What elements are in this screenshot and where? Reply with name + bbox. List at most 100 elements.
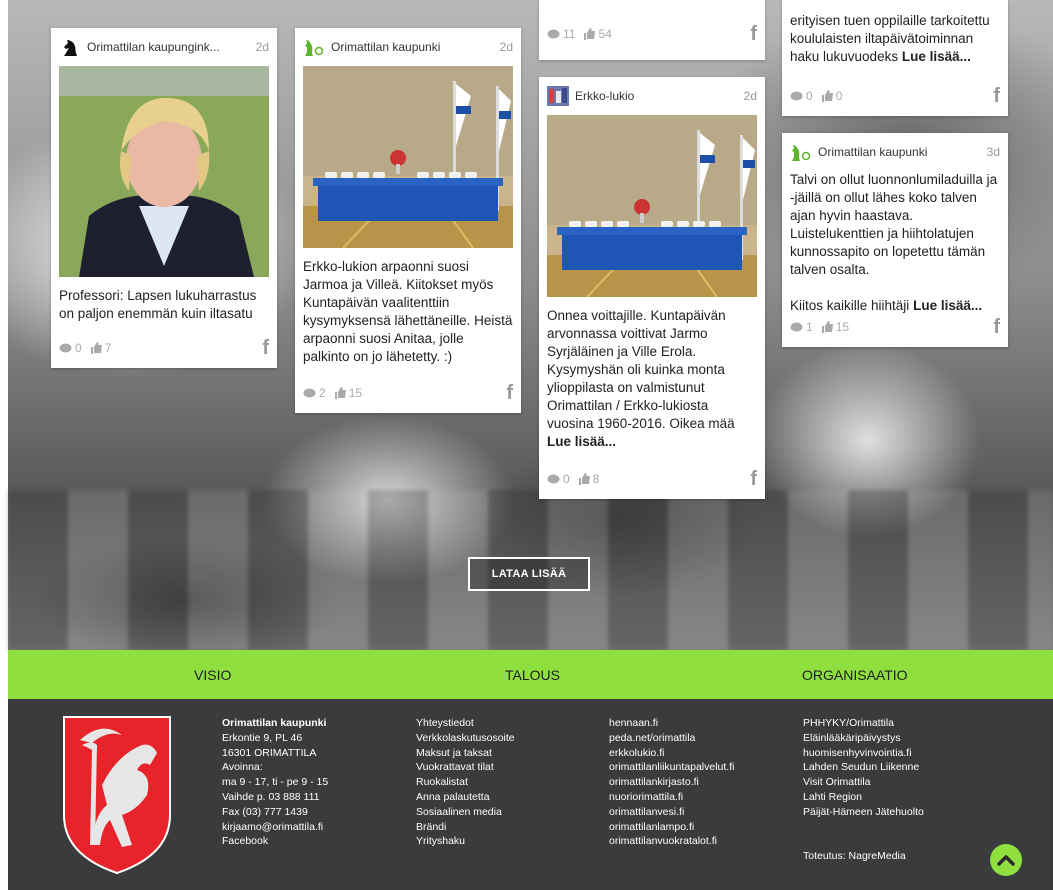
contact-email-link[interactable]: kirjaamo@orimattila.fi xyxy=(222,820,328,835)
footer-link[interactable]: Anna palautetta xyxy=(416,790,515,805)
card-text-body: Talvi on ollut luonnonlumiladuilla ja -j… xyxy=(790,172,998,277)
contact-name: Orimattilan kaupunki xyxy=(222,717,327,729)
load-more-button[interactable]: LATAA LISÄÄ xyxy=(468,557,590,591)
card-text: Onnea voittajille. Kuntapäivän arvonnass… xyxy=(547,307,757,451)
comments-count[interactable]: 2 xyxy=(303,384,326,402)
scroll-to-top-button[interactable] xyxy=(990,844,1022,876)
facebook-icon[interactable]: f xyxy=(750,24,757,44)
footer-link[interactable]: Yhteystiedot xyxy=(416,716,515,731)
feed-card[interactable]: 11 54 f xyxy=(539,0,765,60)
footer-link[interactable]: orimattilanvesi.fi xyxy=(609,805,734,820)
read-more-link[interactable]: Lue lisää... xyxy=(902,49,971,64)
facebook-icon[interactable]: f xyxy=(993,317,1000,337)
likes-count[interactable]: 8 xyxy=(578,470,600,488)
footer-link[interactable]: Lahden Seudun Liikenne xyxy=(803,760,924,775)
footer-link[interactable]: orimattilanvuokratalot.fi xyxy=(609,834,734,849)
footer-contact: Orimattilan kaupunki Erkontie 9, PL 46 1… xyxy=(222,716,328,849)
feed-card[interactable]: Erkko-lukio 2d Onnea voittajille. Kuntap… xyxy=(539,77,765,499)
footer-links-col1: Yhteystiedot Verkkolaskutusosoite Maksut… xyxy=(416,716,515,849)
footer-link[interactable]: Verkkolaskutusosoite xyxy=(416,731,515,746)
comments-count[interactable]: 0 xyxy=(547,470,570,488)
card-image-professor[interactable] xyxy=(59,66,269,277)
footer-link[interactable]: orimattilankirjasto.fi xyxy=(609,775,734,790)
card-source[interactable]: Orimattilan kaupunki xyxy=(818,143,981,161)
card-image-hall[interactable] xyxy=(547,115,757,297)
footer-link[interactable]: Ruokalistat xyxy=(416,775,515,790)
card-text: Talvi on ollut luonnonlumiladuilla ja -j… xyxy=(790,171,1000,315)
contact-street: Erkontie 9, PL 46 xyxy=(222,731,303,744)
card-header: Orimattilan kaupunki 2d xyxy=(303,36,513,58)
footer-link[interactable]: Brändi xyxy=(416,820,515,835)
facebook-icon[interactable]: f xyxy=(993,86,1000,106)
footer-nav-bar: VISIO TALOUS ORGANISAATIO xyxy=(8,650,1053,699)
site-footer: Orimattilan kaupunki Erkontie 9, PL 46 1… xyxy=(8,699,1053,890)
thumbs-up-icon xyxy=(821,90,833,102)
facebook-icon[interactable]: f xyxy=(750,469,757,489)
likes-count[interactable]: 15 xyxy=(334,384,362,402)
footer-credit[interactable]: Toteutus: NagreMedia xyxy=(803,849,906,864)
card-source[interactable]: Orimattilan kaupungink... xyxy=(87,38,250,56)
orimattila-coat-of-arms[interactable] xyxy=(62,715,172,875)
footer-link[interactable]: orimattilanlampo.fi xyxy=(609,820,734,835)
nav-organisaatio[interactable]: ORGANISAATIO xyxy=(802,667,908,683)
footer-link[interactable]: hennaan.fi xyxy=(609,716,734,731)
comments-value: 1 xyxy=(806,320,813,334)
comment-icon xyxy=(303,388,316,397)
card-source[interactable]: Erkko-lukio xyxy=(575,87,738,105)
feed-card[interactable]: Orimattilan kaupunki 2d Erkko-lukion arp… xyxy=(295,28,521,413)
footer-link[interactable]: Päijät-Hämeen Jätehuolto xyxy=(803,805,924,820)
footer-link[interactable]: huomisenhyvinvointia.fi xyxy=(803,746,924,761)
card-footer: 2 15 f xyxy=(303,373,513,413)
card-age: 2d xyxy=(255,40,269,54)
likes-count[interactable]: 15 xyxy=(821,318,849,336)
card-age: 2d xyxy=(743,89,757,103)
feed-card[interactable]: Orimattilan kaupungink... 2d Professori:… xyxy=(51,28,277,368)
footer-link[interactable]: Maksut ja taksat xyxy=(416,746,515,761)
footer-link[interactable]: Sosiaalinen media xyxy=(416,805,515,820)
comments-count[interactable]: 1 xyxy=(790,318,813,336)
footer-link[interactable]: erkkolukio.fi xyxy=(609,746,734,761)
card-header: Erkko-lukio 2d xyxy=(547,85,757,107)
feed-card[interactable]: erityisen tuen oppilaille tarkoitettu ko… xyxy=(782,0,1008,116)
card-header: Orimattilan kaupungink... 2d xyxy=(59,36,269,58)
card-source[interactable]: Orimattilan kaupunki xyxy=(331,38,494,56)
footer-link[interactable]: Yrityshaku xyxy=(416,834,515,849)
comments-value: 0 xyxy=(75,341,82,355)
card-image-hall[interactable] xyxy=(303,66,513,248)
knight-icon xyxy=(59,37,81,57)
footer-link[interactable]: Lahti Region xyxy=(803,790,924,805)
footer-link[interactable]: Vuokrattavat tilat xyxy=(416,760,515,775)
likes-value: 54 xyxy=(598,27,612,41)
facebook-icon[interactable]: f xyxy=(506,383,513,403)
contact-facebook-link[interactable]: Facebook xyxy=(222,834,328,849)
footer-link[interactable]: peda.net/orimattila xyxy=(609,731,734,746)
card-footer: 1 15 f xyxy=(790,307,1000,347)
footer-link[interactable]: Visit Orimattila xyxy=(803,775,924,790)
likes-value: 15 xyxy=(835,320,850,334)
footer-links-col2: hennaan.fi peda.net/orimattila erkkoluki… xyxy=(609,716,734,849)
chevron-up-icon xyxy=(997,855,1015,866)
footer-link[interactable]: orimattilanliikuntapalvelut.fi xyxy=(609,760,734,775)
card-age: 3d xyxy=(986,145,1000,159)
comments-value: 0 xyxy=(563,472,570,486)
footer-link[interactable]: PHHYKY/Orimattila xyxy=(803,716,924,731)
comments-value: 2 xyxy=(319,386,326,400)
card-text: Erkko-lukion arpaonni suosi Jarmoa ja Vi… xyxy=(303,259,513,364)
feed-card[interactable]: Orimattilan kaupunki 3d Talvi on ollut l… xyxy=(782,133,1008,347)
contact-open-hours: ma 9 - 17, ti - pe 9 - 15 xyxy=(222,776,329,789)
nav-visio[interactable]: VISIO xyxy=(194,667,231,683)
comments-count[interactable]: 0 xyxy=(59,339,82,357)
comments-count[interactable]: 0 xyxy=(790,87,813,105)
footer-link[interactable]: Eläinlääkäripäivystys xyxy=(803,731,924,746)
card-age: 2d xyxy=(499,40,513,54)
likes-value: 7 xyxy=(104,341,112,355)
footer-link[interactable]: nuoriorimattila.fi xyxy=(609,790,734,805)
likes-count[interactable]: 54 xyxy=(583,25,612,43)
likes-count[interactable]: 0 xyxy=(821,87,842,105)
read-more-link[interactable]: Lue lisää... xyxy=(547,434,616,449)
facebook-icon[interactable]: f xyxy=(262,338,269,358)
likes-value: 8 xyxy=(592,472,600,486)
comments-count[interactable]: 11 xyxy=(547,25,575,43)
likes-count[interactable]: 7 xyxy=(90,339,112,357)
nav-talous[interactable]: TALOUS xyxy=(505,667,560,683)
